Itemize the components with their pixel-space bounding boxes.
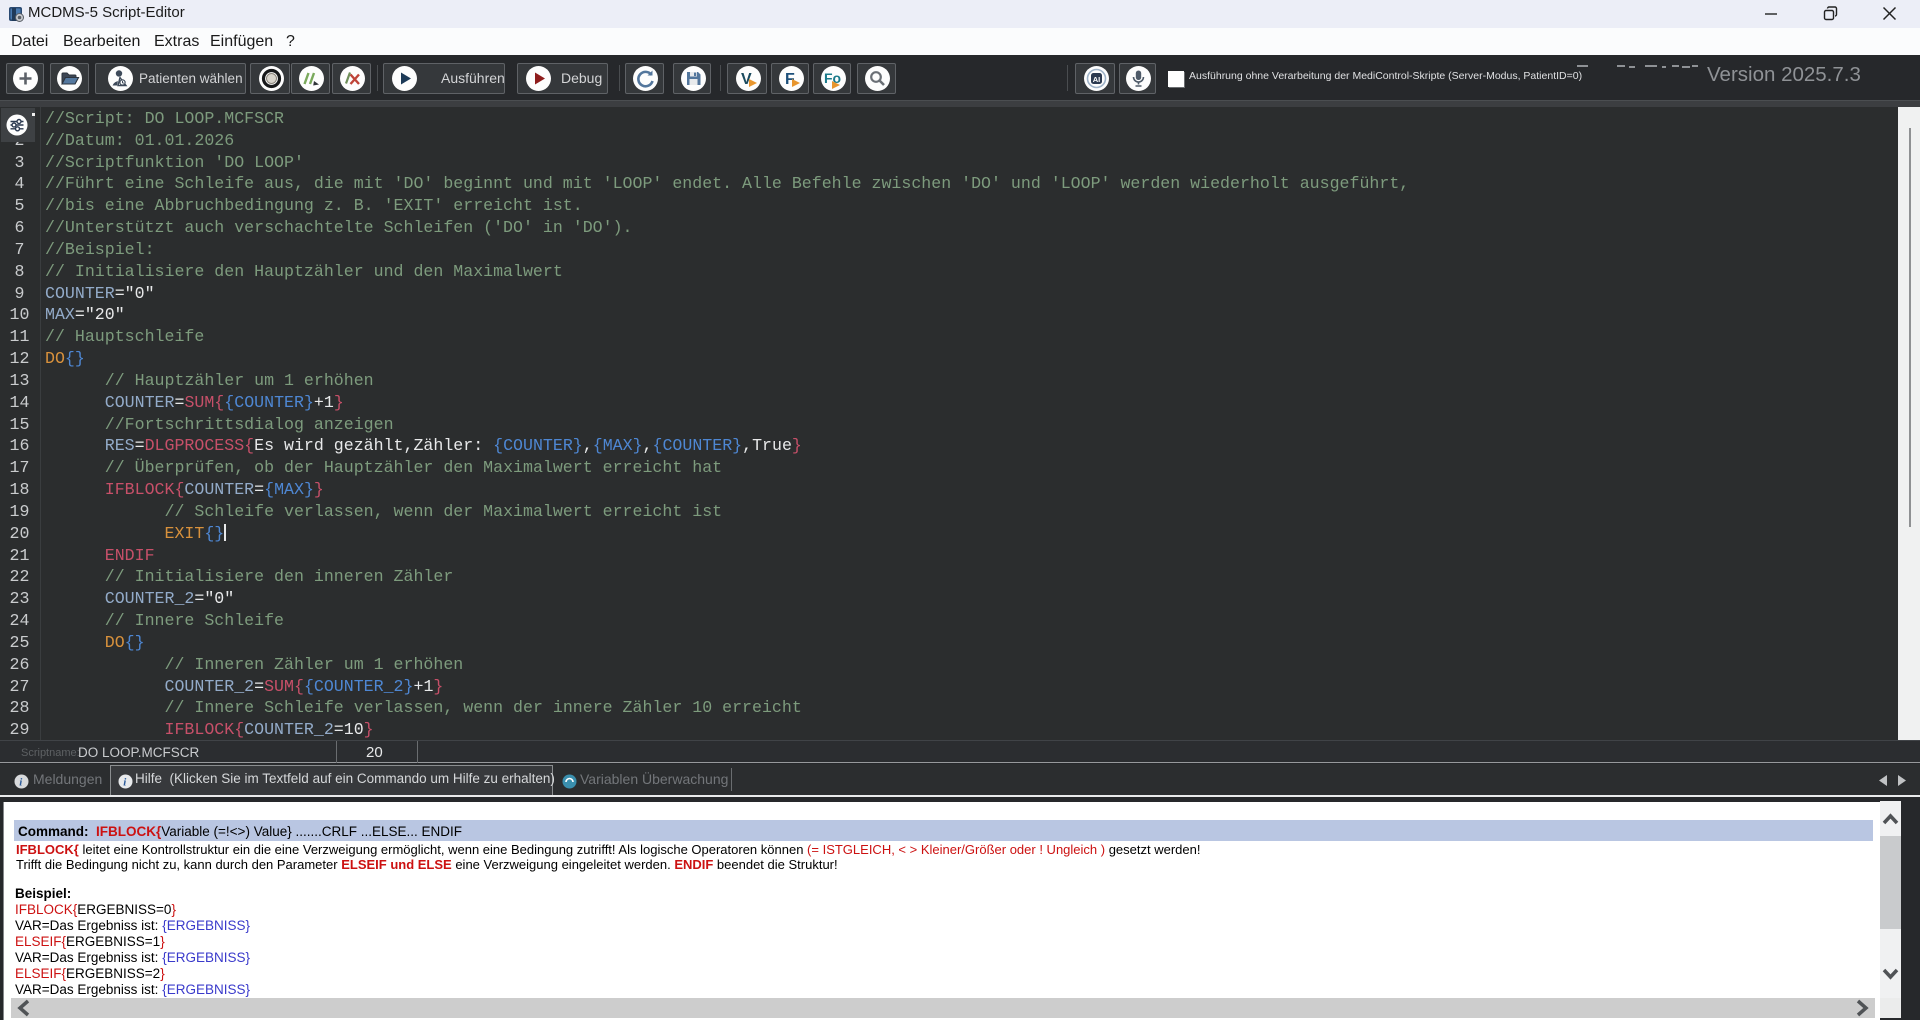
svg-text:AI: AI (1092, 75, 1100, 84)
